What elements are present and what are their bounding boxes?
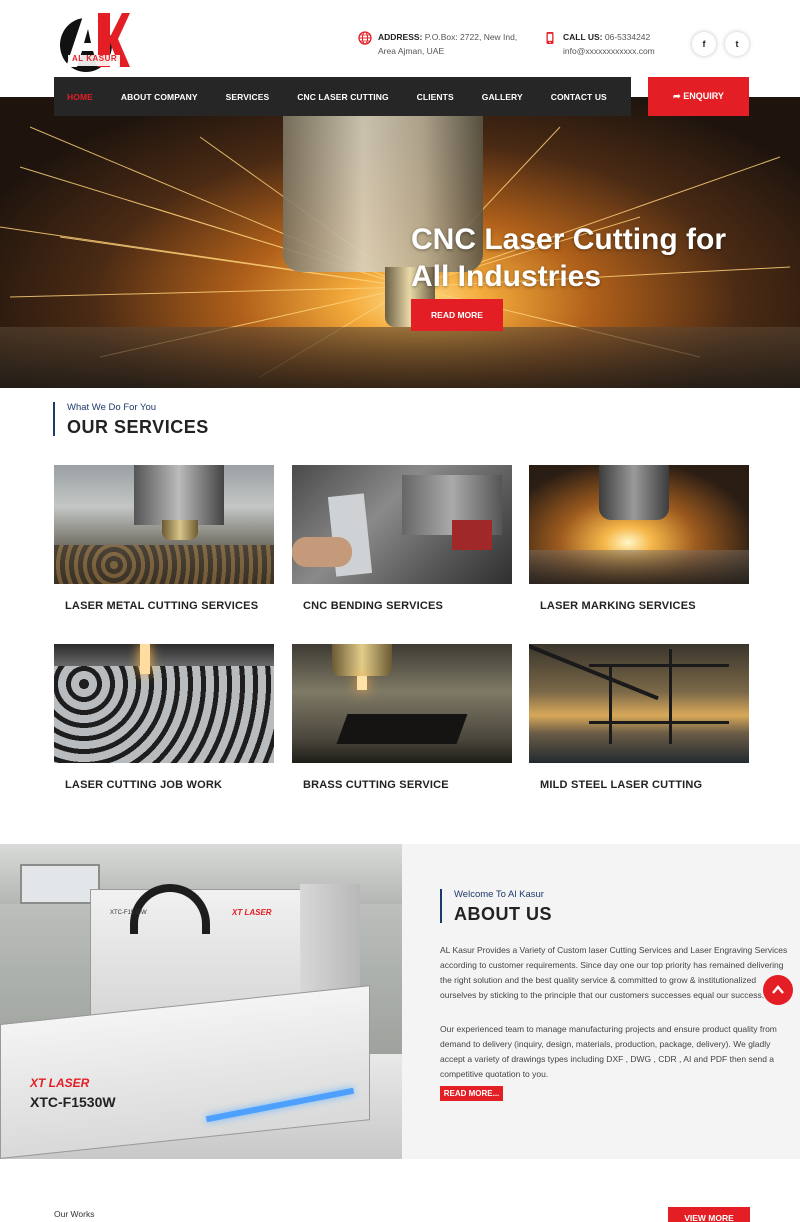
email-link[interactable]: info@xxxxxxxxxxxx.com <box>563 46 655 56</box>
laser-cutting-job-work-image <box>54 644 274 763</box>
machine-label-large: XTC-F1530W <box>30 1094 116 1110</box>
cnc-bending-image <box>292 465 512 584</box>
twitter-icon[interactable]: t <box>725 32 749 56</box>
service-card[interactable]: LASER METAL CUTTING SERVICES <box>54 465 274 612</box>
phone-icon <box>543 31 557 45</box>
laser-marking-image <box>529 465 749 584</box>
nav-clients[interactable]: CLIENTS <box>417 92 454 102</box>
machine-label-small: XTC-F1530W <box>110 910 147 916</box>
hero-read-more-button[interactable]: READ MORE <box>411 299 503 331</box>
share-icon: ➦ <box>673 91 684 101</box>
about-machine-image: XT LASER XTC-F1530W XT LASER XTC-F1530W <box>0 844 402 1159</box>
about-heading: Welcome To Al Kasur ABOUT US <box>440 889 552 924</box>
about-read-more-button[interactable]: READ MORE... <box>440 1086 503 1101</box>
services-heading: What We Do For You OUR SERVICES <box>53 402 209 437</box>
call-label: CALL US: <box>563 32 603 42</box>
service-card[interactable]: LASER CUTTING JOB WORK <box>54 644 274 791</box>
enquiry-label: ENQUIRY <box>683 91 724 101</box>
globe-icon <box>358 31 372 45</box>
service-card[interactable]: MILD STEEL LASER CUTTING <box>529 644 749 791</box>
works-label: Our Works <box>54 1209 95 1219</box>
address-value: P.O.Box: 2722, New Ind, <box>424 32 518 42</box>
nav-cnc-laser-cutting[interactable]: CNC LASER CUTTING <box>297 92 388 102</box>
about-paragraph-1: AL Kasur Provides a Variety of Custom la… <box>440 945 788 1000</box>
service-title: BRASS CUTTING SERVICE <box>303 779 449 791</box>
facebook-icon[interactable]: f <box>692 32 716 56</box>
address-label: ADDRESS: <box>378 32 423 42</box>
metal-plate-image <box>0 327 800 388</box>
service-title: LASER MARKING SERVICES <box>540 600 696 612</box>
service-title: MILD STEEL LASER CUTTING <box>540 779 703 791</box>
services-subtitle: What We Do For You <box>67 402 157 413</box>
about-title: ABOUT US <box>454 904 552 924</box>
services-title: OUR SERVICES <box>67 417 209 437</box>
scroll-top-chevron-up-icon[interactable] <box>763 975 793 1005</box>
brass-cutting-image <box>292 644 512 763</box>
brand-label-small: XT LASER <box>232 908 272 917</box>
address-line2: Area Ajman, UAE <box>378 46 445 56</box>
service-title: LASER METAL CUTTING SERVICES <box>65 600 259 612</box>
nav-home[interactable]: HOME <box>67 92 93 102</box>
hero-title: CNC Laser Cutting for All Industries <box>411 223 726 293</box>
laser-metal-cutting-image <box>54 465 274 584</box>
service-title: LASER CUTTING JOB WORK <box>65 779 223 791</box>
nav-about-company[interactable]: ABOUT COMPANY <box>121 92 198 102</box>
view-more-button[interactable]: VIEW MORE <box>668 1207 750 1222</box>
site-logo[interactable]: AL KASUR <box>58 7 130 75</box>
address-block: ADDRESS: P.O.Box: 2722, New Ind, Area Aj… <box>358 30 528 58</box>
about-subtitle: Welcome To Al Kasur <box>454 889 544 900</box>
service-card[interactable]: CNC BENDING SERVICES <box>292 465 512 612</box>
call-value[interactable]: 06-5334242 <box>605 32 650 42</box>
nav-services[interactable]: SERVICES <box>226 92 270 102</box>
about-paragraph-2: Our experienced team to manage manufactu… <box>440 1024 777 1079</box>
call-block: CALL US: 06-5334242 info@xxxxxxxxxxxx.co… <box>546 30 673 58</box>
service-card[interactable]: LASER MARKING SERVICES <box>529 465 749 612</box>
enquiry-button[interactable]: ➦ ENQUIRY <box>648 77 749 116</box>
brand-label-large: XT LASER <box>30 1076 90 1090</box>
main-nav: HOME ABOUT COMPANY SERVICES CNC LASER CU… <box>54 77 631 116</box>
service-card[interactable]: BRASS CUTTING SERVICE <box>292 644 512 791</box>
hero-banner: CNC Laser Cutting for All Industries REA… <box>0 97 800 388</box>
mild-steel-laser-cutting-image <box>529 644 749 763</box>
nav-gallery[interactable]: GALLERY <box>482 92 523 102</box>
service-title: CNC BENDING SERVICES <box>303 600 444 612</box>
nav-contact-us[interactable]: CONTACT US <box>551 92 607 102</box>
logo-name: AL KASUR <box>72 54 118 63</box>
